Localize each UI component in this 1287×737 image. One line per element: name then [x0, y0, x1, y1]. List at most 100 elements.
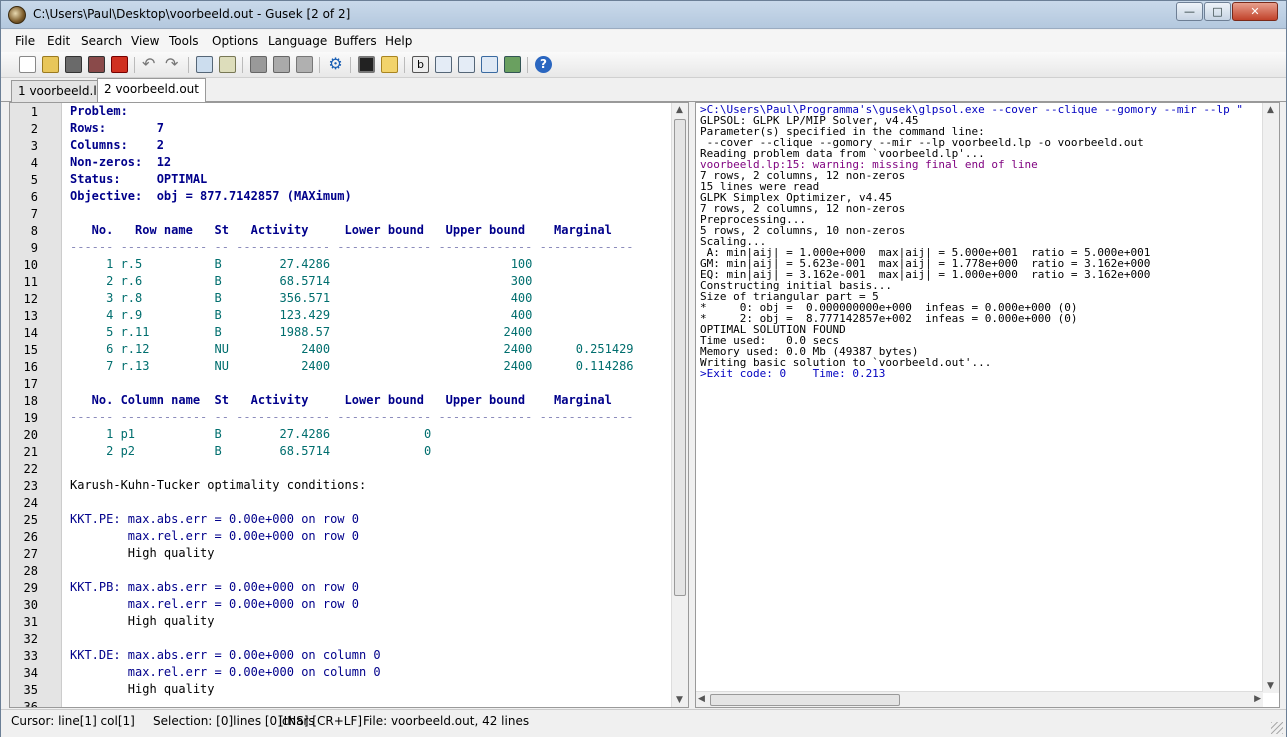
editor-line[interactable]: Columns: 2	[70, 137, 164, 154]
terminal-icon[interactable]	[358, 56, 375, 73]
open-file-icon[interactable]	[42, 56, 59, 73]
app-icon[interactable]	[8, 6, 26, 24]
editor-line[interactable]: Rows: 7	[70, 120, 164, 137]
editor-line[interactable]: Karush-Kuhn-Tucker optimality conditions…	[70, 477, 366, 494]
editor-line[interactable]: 3 r.8 B 356.571 400	[70, 290, 532, 307]
output-horizontal-scrollbar[interactable]: ◀ ▶	[696, 691, 1263, 707]
toolbar-separator	[404, 57, 405, 73]
output-pane[interactable]: >C:\Users\Paul\Programma's\gusek\glpsol.…	[695, 102, 1280, 708]
editor-line[interactable]: max.rel.err = 0.00e+000 on column 0	[70, 664, 381, 681]
close-button[interactable]: ✕	[1232, 2, 1278, 21]
line-number: 10	[23, 258, 38, 272]
line-number: 16	[23, 360, 38, 374]
import-icon[interactable]	[458, 56, 475, 73]
scroll-down-arrow-icon[interactable]: ▼	[676, 695, 683, 705]
line-number: 28	[23, 564, 38, 578]
replace-icon[interactable]	[219, 56, 236, 73]
menu-buffers[interactable]: Buffers	[334, 34, 377, 48]
editor-line[interactable]: High quality	[70, 545, 215, 562]
menu-edit[interactable]: Edit	[47, 34, 70, 48]
output-vertical-scrollbar[interactable]: ▲ ▼	[1262, 103, 1279, 693]
line-number: 13	[23, 309, 38, 323]
editor-line[interactable]: 4 r.9 B 123.429 400	[70, 307, 532, 324]
editor-line[interactable]: ------ ------------ -- ------------- ---…	[70, 409, 634, 426]
menu-search[interactable]: Search	[81, 34, 122, 48]
title-bar[interactable]: C:\Users\Paul\Desktop\voorbeeld.out - Gu…	[1, 1, 1286, 29]
fullscreen-icon[interactable]	[481, 56, 498, 73]
editor-scroll-thumb[interactable]	[674, 119, 686, 596]
line-number: 31	[23, 615, 38, 629]
open-folder-icon[interactable]	[381, 56, 398, 73]
editor-line[interactable]: 2 p2 B 68.5714 0	[70, 443, 431, 460]
image-icon[interactable]	[504, 56, 521, 73]
editor-line[interactable]: KKT.PE: max.abs.err = 0.00e+000 on row 0	[70, 511, 359, 528]
menu-options[interactable]: Options	[212, 34, 258, 48]
editor-line[interactable]: 1 r.5 B 27.4286 100	[70, 256, 532, 273]
find-icon[interactable]	[196, 56, 213, 73]
line-number: 7	[30, 207, 38, 221]
scroll-down-arrow-icon[interactable]: ▼	[1267, 681, 1274, 691]
resize-grip[interactable]	[1271, 722, 1283, 734]
line-number: 1	[30, 105, 38, 119]
editor-line[interactable]: max.rel.err = 0.00e+000 on row 0	[70, 528, 359, 545]
help-icon[interactable]: ?	[535, 56, 552, 73]
line-number: 32	[23, 632, 38, 646]
editor-line[interactable]: max.rel.err = 0.00e+000 on row 0	[70, 596, 359, 613]
text-style-icon[interactable]: b	[412, 56, 429, 73]
editor-line[interactable]: ------ ------------ -- ------------- ---…	[70, 239, 634, 256]
status-mode: [INS] [CR+LF]	[279, 714, 363, 728]
toolbar-separator	[134, 57, 135, 73]
stop-icon[interactable]	[296, 56, 313, 73]
scroll-right-arrow-icon[interactable]: ▶	[1254, 694, 1261, 704]
scroll-up-arrow-icon[interactable]: ▲	[1267, 105, 1274, 115]
menu-file[interactable]: File	[15, 34, 35, 48]
editor-vertical-scrollbar[interactable]: ▲ ▼	[671, 103, 688, 707]
line-number: 34	[23, 666, 38, 680]
scroll-left-arrow-icon[interactable]: ◀	[698, 694, 705, 704]
editor-line[interactable]: No. Column name St Activity Lower bound …	[70, 392, 612, 409]
menu-tools[interactable]: Tools	[169, 34, 199, 48]
editor-line[interactable]: 7 r.13 NU 2400 2400 0.114286	[70, 358, 633, 375]
editor-line[interactable]: KKT.PB: max.abs.err = 0.00e+000 on row 0	[70, 579, 359, 596]
editor-line[interactable]: 2 r.6 B 68.5714 300	[70, 273, 532, 290]
editor-line[interactable]: High quality	[70, 681, 215, 698]
save-all-icon[interactable]	[88, 56, 105, 73]
output-scroll-thumb[interactable]	[710, 694, 900, 706]
editor-line[interactable]: Non-zeros: 12	[70, 154, 171, 171]
editor-line[interactable]: High quality	[70, 613, 215, 630]
line-number: 18	[23, 394, 38, 408]
editor-line[interactable]: No. Row name St Activity Lower bound Upp…	[70, 222, 612, 239]
menu-view[interactable]: View	[131, 34, 159, 48]
save-icon[interactable]	[65, 56, 82, 73]
scroll-up-arrow-icon[interactable]: ▲	[676, 105, 683, 115]
undo-icon[interactable]: ↶	[142, 56, 159, 73]
menu-language[interactable]: Language	[268, 34, 327, 48]
new-file-icon[interactable]	[19, 56, 36, 73]
line-number: 9	[30, 241, 38, 255]
editor-line[interactable]: Problem:	[70, 103, 128, 120]
line-number: 29	[23, 581, 38, 595]
line-number: 4	[30, 156, 38, 170]
minimize-button[interactable]: —	[1176, 2, 1203, 21]
line-number: 12	[23, 292, 38, 306]
editor-line[interactable]: 1 p1 B 27.4286 0	[70, 426, 431, 443]
close-file-icon[interactable]	[111, 56, 128, 73]
editor-pane[interactable]: 1 2 3 4 5 6 7 8 9 10 11 12 13 14 15 16 17 18 19 20 21 22 23 24 2…	[9, 102, 689, 708]
line-number: 26	[23, 530, 38, 544]
menu-help[interactable]: Help	[385, 34, 412, 48]
maximize-button[interactable]: □	[1204, 2, 1231, 21]
export-icon[interactable]	[435, 56, 452, 73]
editor-line[interactable]: 5 r.11 B 1988.57 2400	[70, 324, 532, 341]
tab-voorbeeld-out[interactable]: 2 voorbeeld.out	[97, 78, 206, 103]
editor-line[interactable]: Objective: obj = 877.7142857 (MAXimum)	[70, 188, 352, 205]
editor-line[interactable]: Status: OPTIMAL	[70, 171, 207, 188]
compile-icon[interactable]	[250, 56, 267, 73]
redo-icon[interactable]: ↷	[165, 56, 182, 73]
line-number: 25	[23, 513, 38, 527]
editor-line[interactable]: 6 r.12 NU 2400 2400 0.251429	[70, 341, 633, 358]
go-icon[interactable]	[273, 56, 290, 73]
line-number: 14	[23, 326, 38, 340]
editor-line[interactable]: KKT.DE: max.abs.err = 0.00e+000 on colum…	[70, 647, 381, 664]
settings-icon[interactable]: ⚙	[327, 56, 344, 73]
code-area[interactable]: Problem: Rows: 7 Columns: 2 Non-zeros: 12 St…	[70, 103, 672, 707]
